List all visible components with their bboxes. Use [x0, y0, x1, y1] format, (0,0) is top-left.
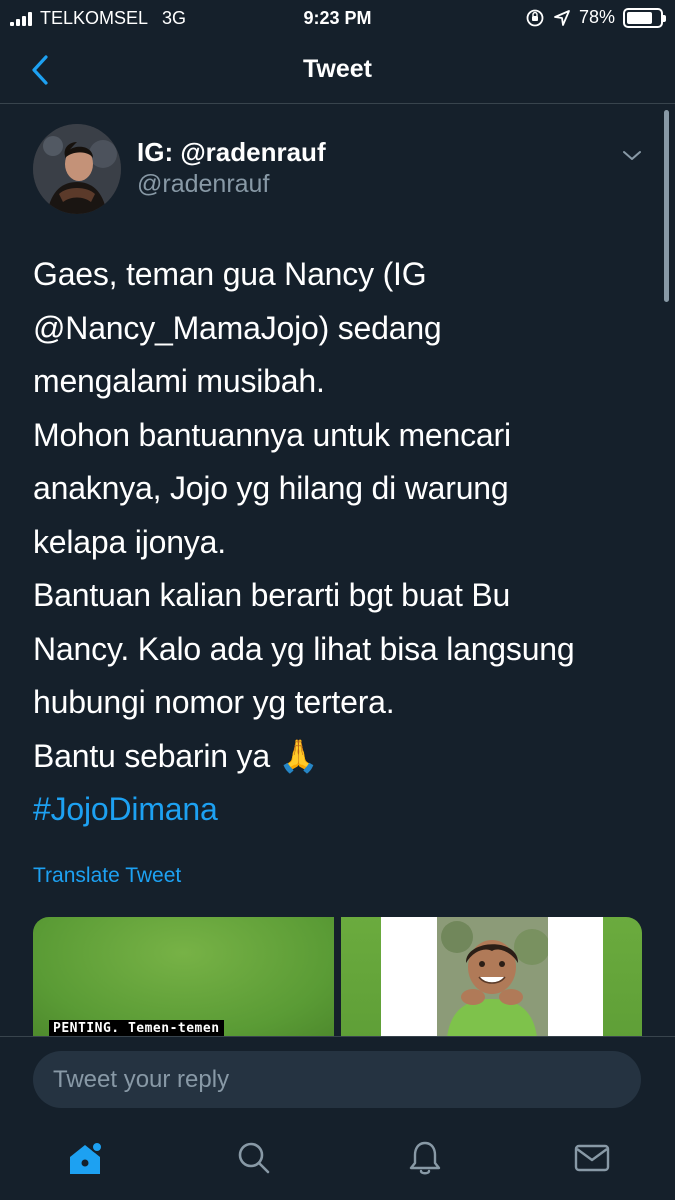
scroll-indicator[interactable] [664, 110, 669, 302]
chevron-down-icon[interactable] [619, 146, 645, 166]
page-title: Tweet [303, 55, 372, 83]
tab-bar [0, 1120, 675, 1200]
avatar-image [33, 124, 121, 214]
location-icon [554, 9, 570, 26]
username[interactable]: @radenrauf [137, 170, 269, 199]
tweet-text-line: Gaes, teman gua Nancy (IG [33, 256, 427, 292]
battery-percent: 78% [578, 7, 615, 27]
battery-fill [627, 11, 652, 24]
home-icon [70, 1141, 103, 1174]
media-white-card [381, 917, 603, 1037]
reply-bar [0, 1036, 675, 1120]
notifications-icon [409, 1141, 441, 1175]
display-name[interactable]: IG: @radenrauf [137, 137, 326, 168]
tab-search[interactable] [232, 1136, 276, 1180]
tweet-media: PENTING. Temen-temen [33, 917, 642, 1037]
tweet-header: IG: @radenrauf @radenrauf [33, 124, 645, 216]
messages-icon [574, 1144, 610, 1172]
nav-bar: Tweet [0, 38, 675, 104]
tweet-text-line: Bantuan kalian berarti bgt buat Bu [33, 577, 511, 613]
status-bar: TELKOMSEL 3G 9:23 PM 78% [0, 0, 675, 38]
tweet-text-line: kelapa ijonya. [33, 523, 226, 560]
avatar[interactable] [33, 124, 121, 214]
search-icon [238, 1142, 270, 1174]
media-image-right[interactable] [341, 917, 642, 1037]
media-image-left[interactable]: PENTING. Temen-temen [33, 917, 334, 1037]
child-photo [437, 917, 548, 1037]
tweet-text-line: @Nancy_MamaJojo) sedang [33, 309, 442, 346]
media-caption: PENTING. Temen-temen [49, 1020, 224, 1037]
battery-icon [623, 7, 666, 28]
tweet-text-line: Bantu sebarin ya 🙏 [33, 737, 319, 774]
orientation-lock-icon [526, 9, 544, 26]
tab-home[interactable] [63, 1136, 107, 1180]
tweet-text-line: anaknya, Jojo yg hilang di warung [33, 470, 509, 506]
tab-notifications[interactable] [403, 1136, 447, 1180]
tweet-text-line: mengalami musibah. [33, 363, 325, 399]
status-right: 78% [525, 7, 666, 28]
hashtag-link[interactable]: #JojoDimana [33, 783, 643, 837]
translate-tweet-link[interactable]: Translate Tweet [33, 864, 181, 888]
reply-input[interactable] [33, 1051, 641, 1108]
tweet-text-line: Nancy. Kalo ada yg lihat bisa langsung [33, 630, 575, 667]
tweet-text-line: hubungi nomor yg tertera. [33, 684, 395, 720]
tweet-text-line: Mohon bantuannya untuk mencari [33, 416, 511, 453]
tab-messages[interactable] [570, 1136, 614, 1180]
tweet-text: Gaes, teman gua Nancy (IG @Nancy_MamaJoj… [33, 248, 643, 837]
